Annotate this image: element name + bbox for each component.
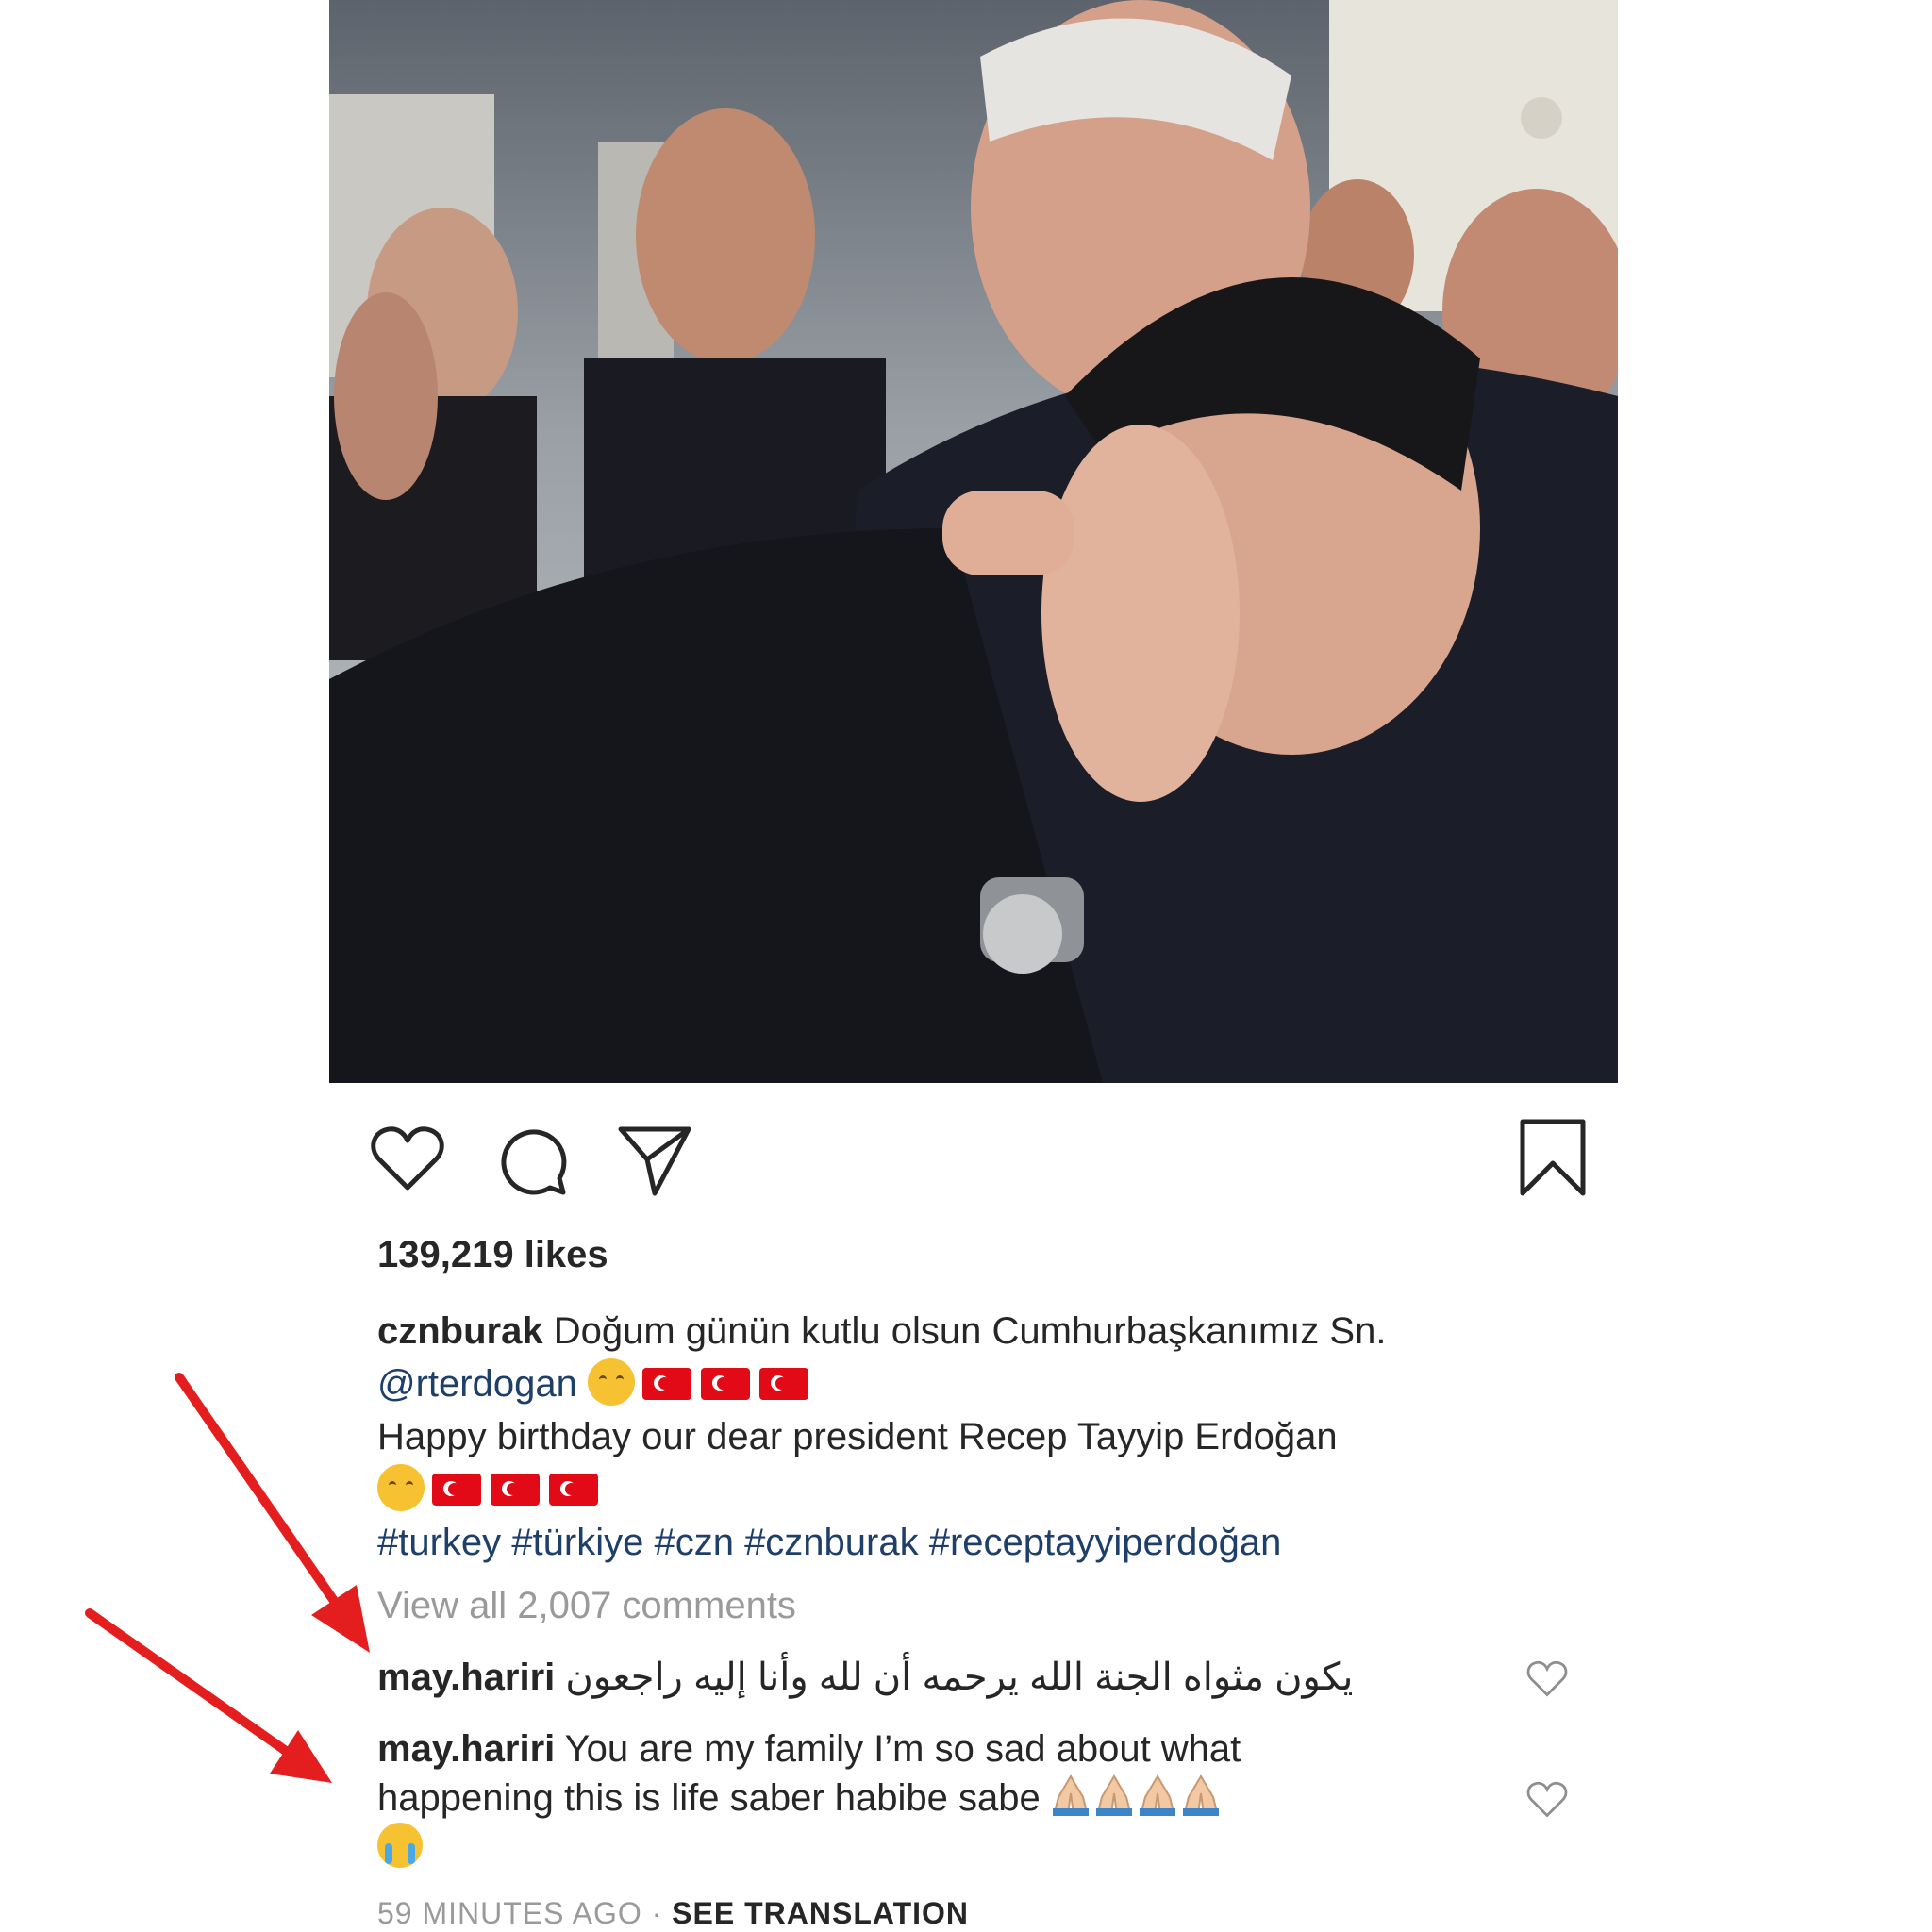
red-arrow <box>85 1373 370 1783</box>
